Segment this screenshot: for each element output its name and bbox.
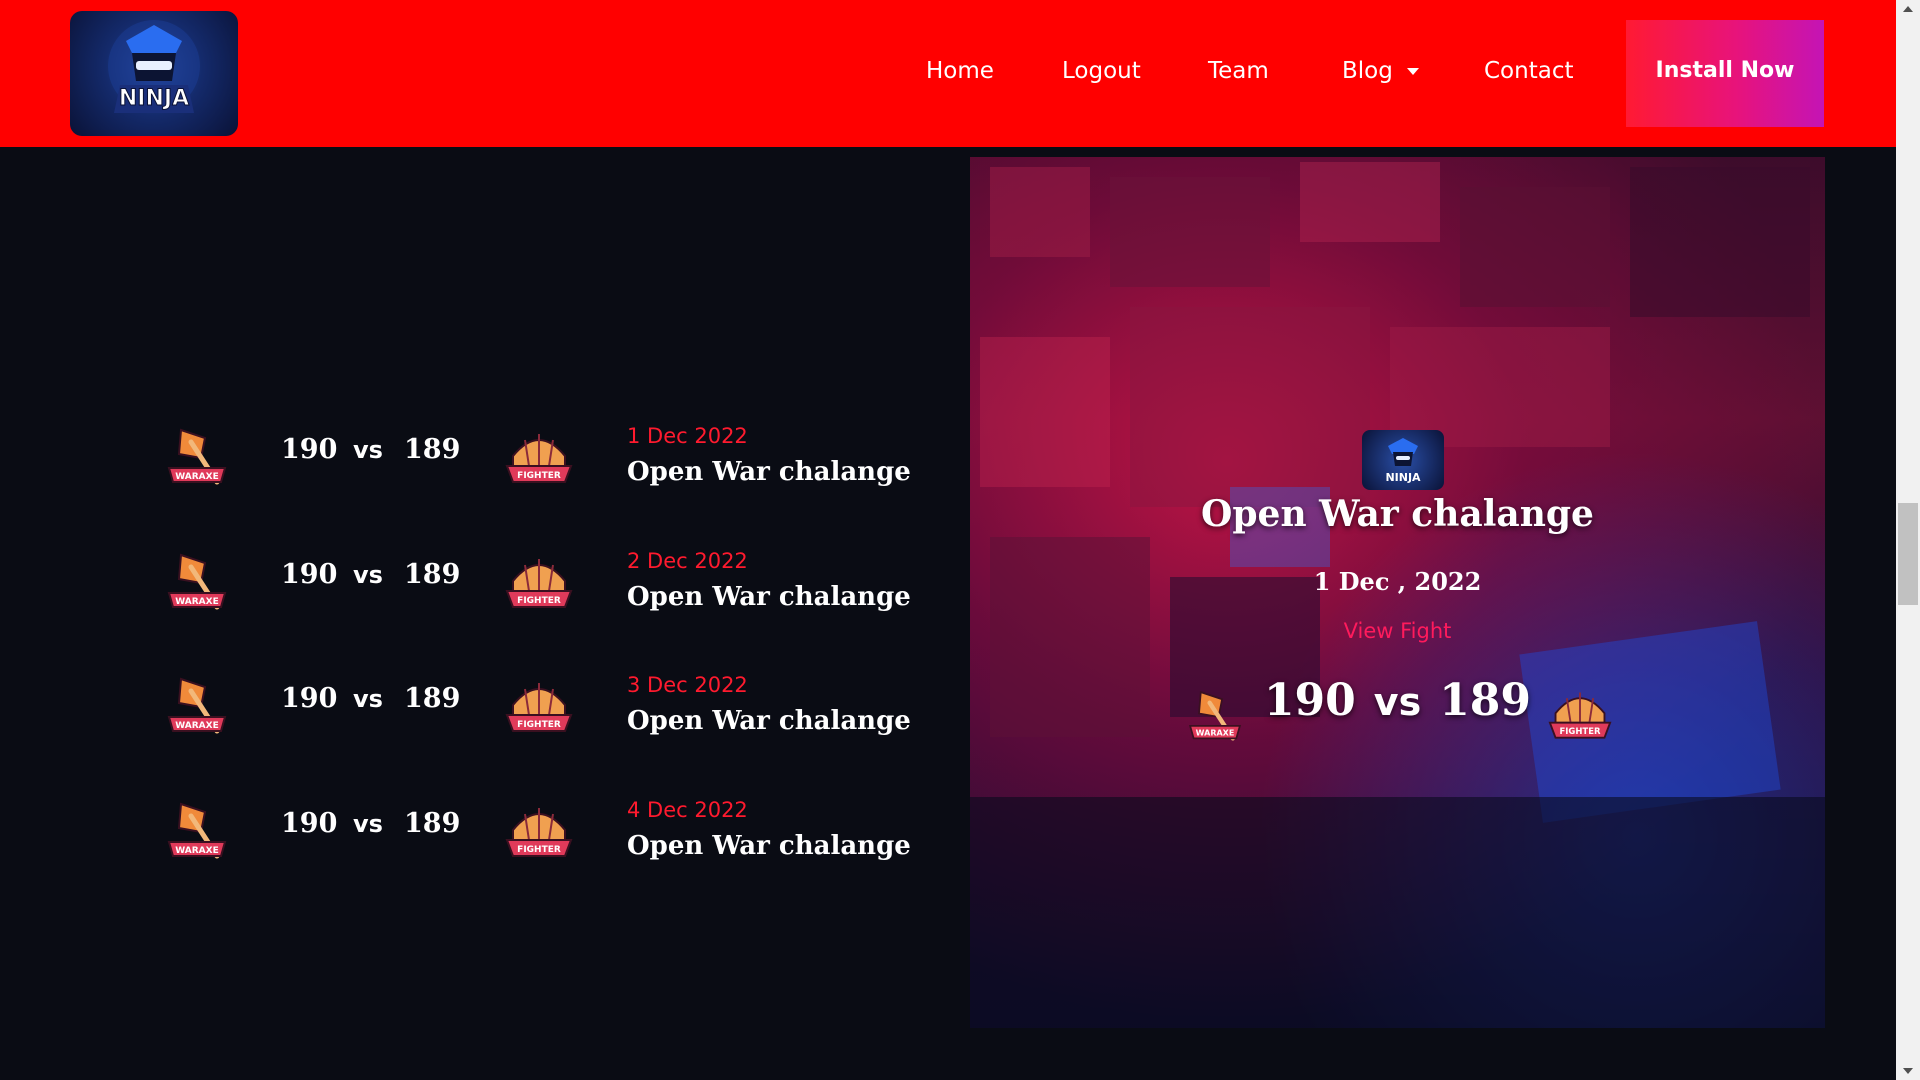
score-home: 190 (281, 559, 338, 590)
score-away: 189 (404, 808, 461, 839)
featured-score-vs: vs (1373, 680, 1422, 724)
helmet-badge-icon: FIGHTER (503, 800, 575, 868)
scrollbar-thumb[interactable] (1898, 503, 1918, 605)
score-vs: vs (353, 685, 383, 713)
score-away: 189 (404, 434, 461, 465)
svg-text:FIGHTER: FIGHTER (517, 471, 561, 481)
axe-badge-icon: WARAXE (161, 549, 233, 617)
nav-blog[interactable]: Blog (1342, 58, 1419, 84)
ninja-logo-icon: NINJA (1362, 430, 1444, 490)
match-row: WARAXE 190 vs 189 FIGHTER 2 Dec 2022 Ope… (0, 535, 960, 645)
score-vs: vs (353, 436, 383, 464)
featured-score: 190 vs 189 (970, 675, 1825, 726)
featured-score-away: 189 (1439, 675, 1532, 726)
svg-text:FIGHTER: FIGHTER (1559, 726, 1601, 736)
install-now-button[interactable]: Install Now (1626, 20, 1824, 127)
featured-title: Open War chalange (1201, 493, 1594, 535)
score-away: 189 (404, 683, 461, 714)
scroll-up-icon[interactable] (1903, 6, 1913, 12)
svg-text:WARAXE: WARAXE (175, 721, 218, 731)
match-row: WARAXE 190 vs 189 FIGHTER 1 Dec 2022 Ope… (0, 410, 960, 520)
svg-text:WARAXE: WARAXE (175, 846, 218, 856)
match-date: 4 Dec 2022 (627, 798, 748, 822)
nav-team[interactable]: Team (1208, 58, 1269, 84)
nav-contact[interactable]: Contact (1484, 58, 1573, 84)
featured-match-card: NINJA Open War chalange 1 Dec , 2022 Vie… (970, 157, 1825, 1028)
svg-text:NINJA: NINJA (119, 86, 189, 111)
caret-down-icon (1406, 68, 1419, 75)
match-date: 2 Dec 2022 (627, 549, 748, 573)
featured-date: 1 Dec , 2022 (1313, 567, 1482, 596)
score-vs: vs (353, 561, 383, 589)
ninja-logo-icon[interactable]: NINJA (70, 11, 238, 136)
match-date: 1 Dec 2022 (627, 424, 748, 448)
helmet-badge-icon: FIGHTER (1544, 685, 1616, 749)
score-home: 190 (281, 683, 338, 714)
score-home: 190 (281, 434, 338, 465)
match-title[interactable]: Open War chalange (627, 457, 911, 487)
nav-logout[interactable]: Logout (1062, 58, 1141, 84)
axe-badge-icon: WARAXE (161, 673, 233, 741)
match-row: WARAXE 190 vs 189 FIGHTER 4 Dec 2022 Ope… (0, 784, 960, 894)
score-away: 189 (404, 559, 461, 590)
score-vs: vs (353, 810, 383, 838)
view-fight-link[interactable]: View Fight (970, 619, 1825, 643)
svg-text:NINJA: NINJA (1385, 471, 1421, 484)
helmet-badge-icon: FIGHTER (503, 551, 575, 619)
match-title[interactable]: Open War chalange (627, 706, 911, 736)
score-home: 190 (281, 808, 338, 839)
helmet-badge-icon: FIGHTER (503, 675, 575, 743)
scroll-down-icon[interactable] (1903, 1068, 1913, 1074)
svg-text:FIGHTER: FIGHTER (517, 596, 561, 606)
axe-badge-icon: WARAXE (161, 798, 233, 866)
match-date: 3 Dec 2022 (627, 673, 748, 697)
svg-text:WARAXE: WARAXE (1196, 729, 1235, 738)
match-title[interactable]: Open War chalange (627, 831, 911, 861)
site-header: NINJA Home Logout Team Blog Contact Inst… (0, 0, 1896, 147)
svg-text:WARAXE: WARAXE (175, 472, 218, 482)
helmet-badge-icon: FIGHTER (503, 426, 575, 494)
match-row: WARAXE 190 vs 189 FIGHTER 3 Dec 2022 Ope… (0, 659, 960, 769)
nav-blog-label: Blog (1342, 58, 1393, 84)
svg-text:FIGHTER: FIGHTER (517, 720, 561, 730)
featured-score-home: 190 (1263, 675, 1356, 726)
scrollbar[interactable] (1896, 0, 1920, 1080)
axe-badge-icon: WARAXE (161, 424, 233, 492)
match-title[interactable]: Open War chalange (627, 582, 911, 612)
nav-home[interactable]: Home (926, 58, 994, 84)
svg-text:WARAXE: WARAXE (175, 597, 218, 607)
svg-text:FIGHTER: FIGHTER (517, 845, 561, 855)
